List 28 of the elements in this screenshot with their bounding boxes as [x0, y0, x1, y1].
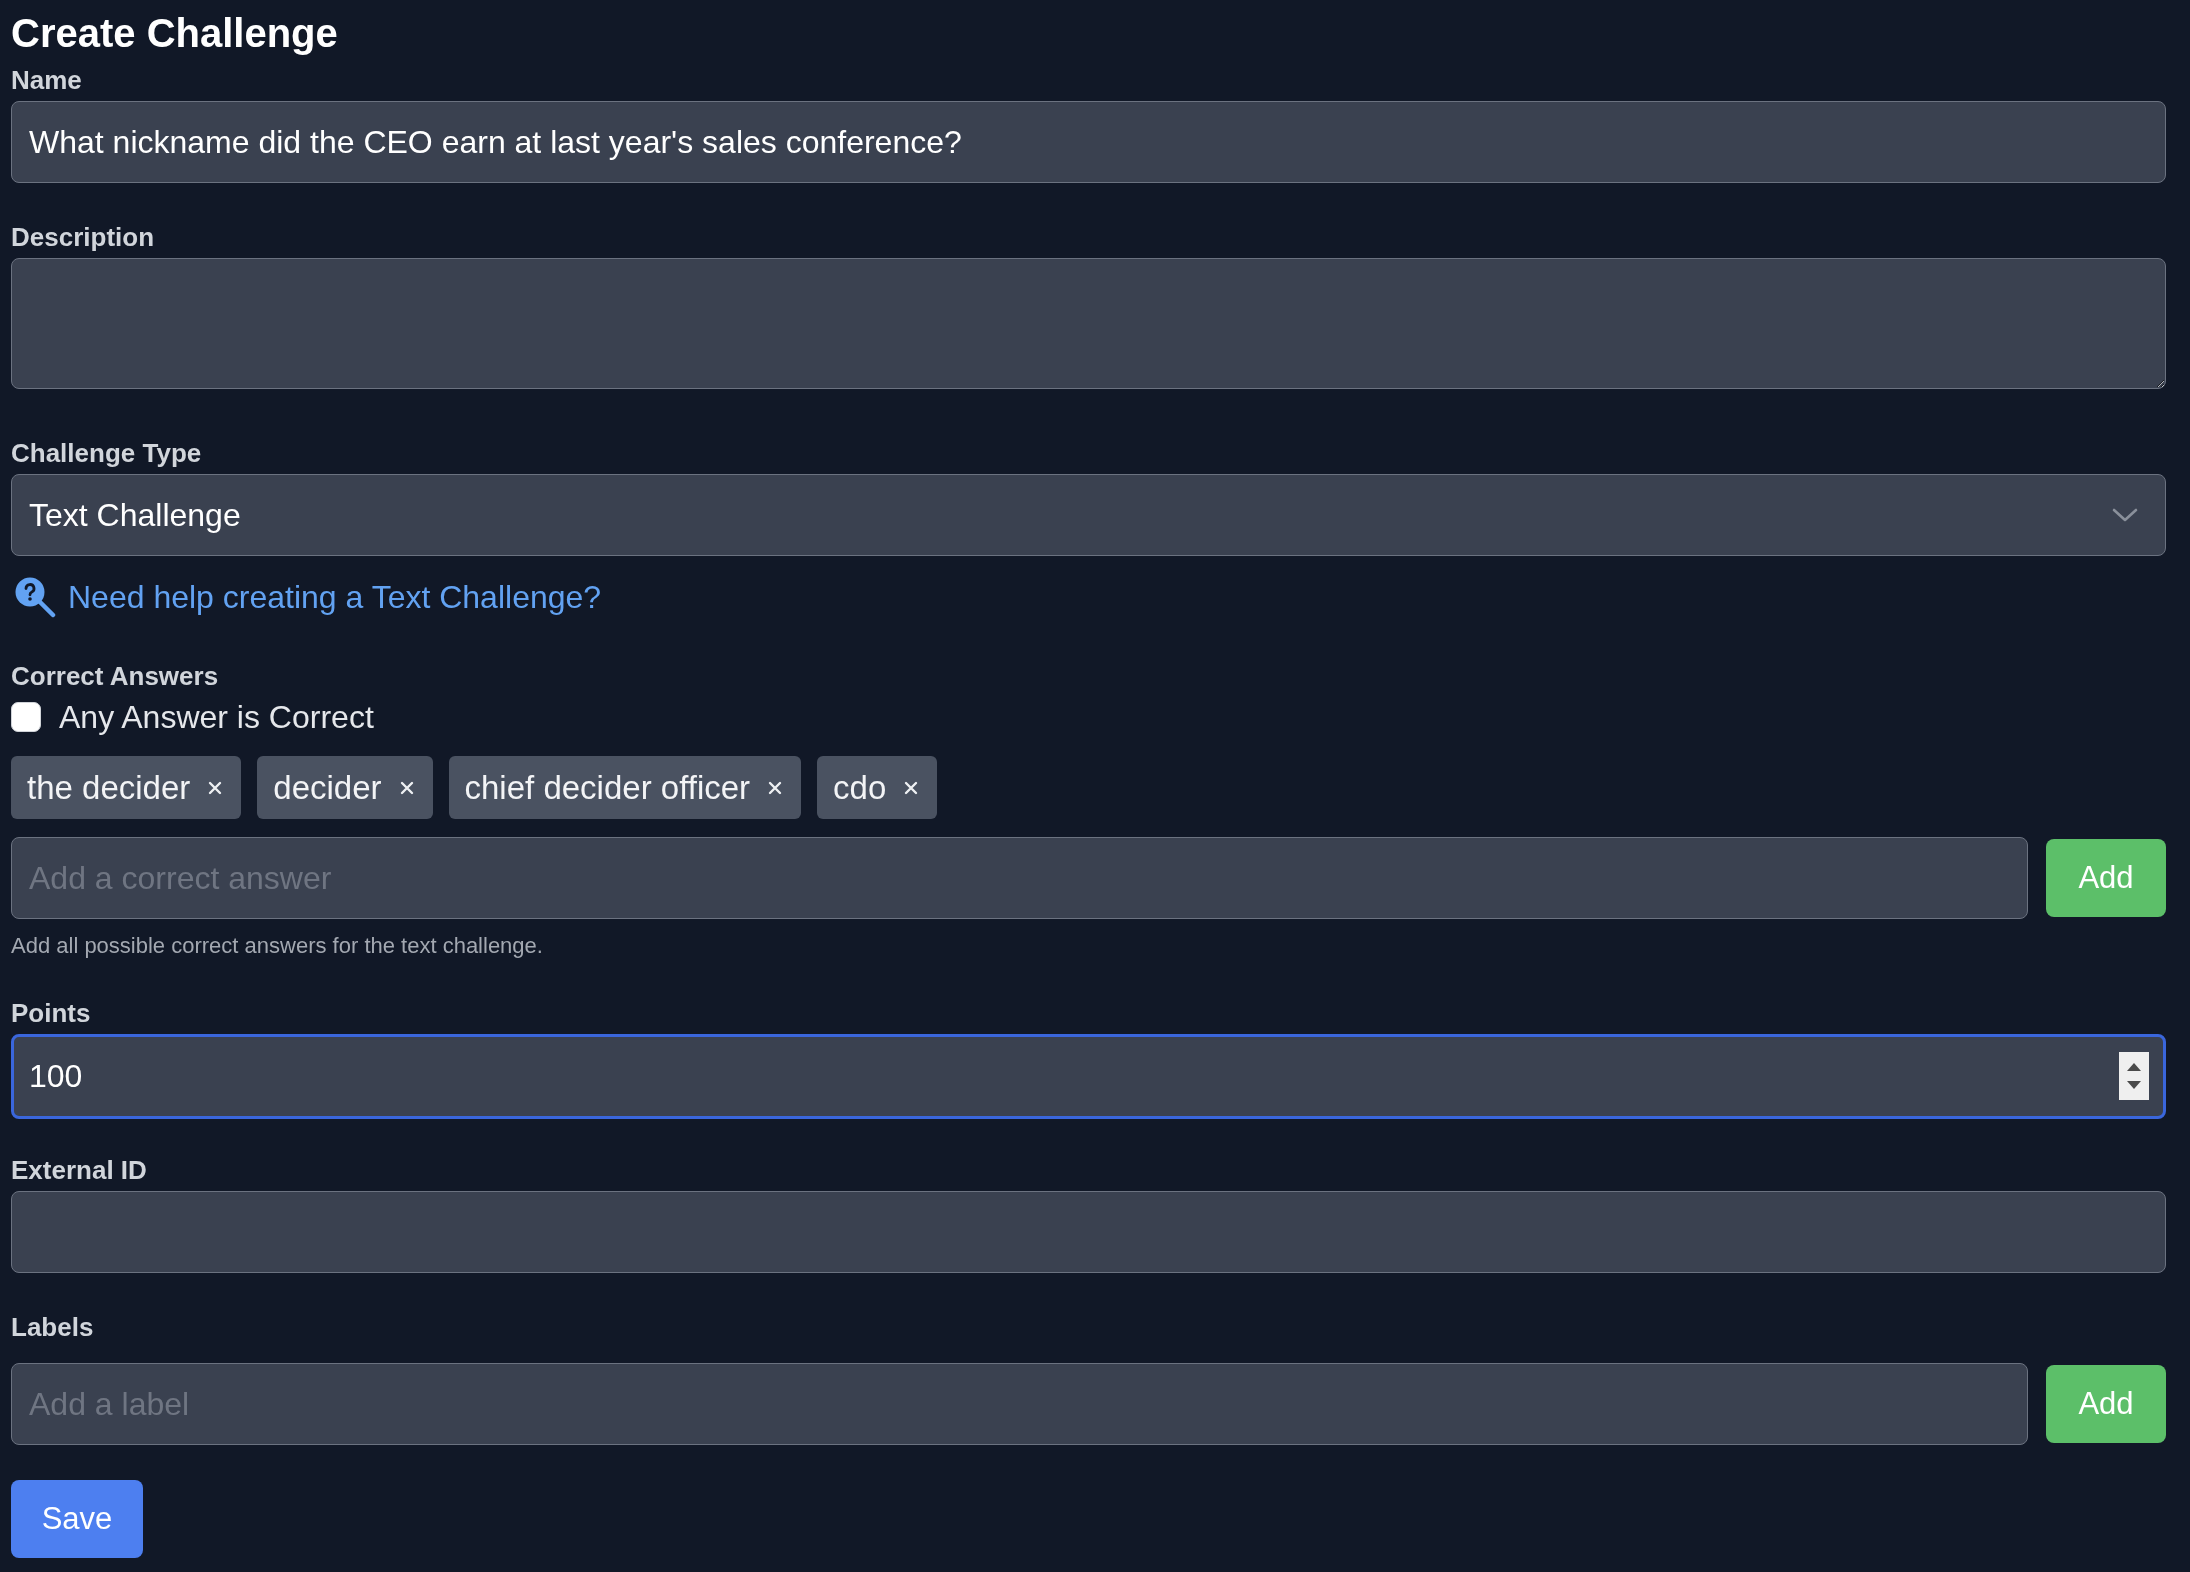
page-title: Create Challenge [11, 10, 339, 57]
close-icon[interactable] [768, 780, 783, 795]
field-label: External ID [11, 1154, 148, 1186]
field-label: Description [11, 221, 156, 253]
help-link[interactable]: Need help creating a Text Challenge? [68, 577, 602, 617]
answer-text: chief decider officer [464, 767, 751, 808]
chevron-down-icon [2112, 508, 2138, 522]
field-label: Name [11, 64, 83, 96]
answer-text: decider [273, 767, 382, 808]
close-icon[interactable] [208, 780, 223, 795]
field-label: Points [11, 997, 92, 1029]
answer-text: the decider [27, 767, 191, 808]
close-icon[interactable] [399, 780, 414, 795]
answer-text: cdo [833, 767, 887, 808]
points-input[interactable]: 100 [11, 1034, 2166, 1119]
close-icon[interactable] [904, 780, 919, 795]
field-label: Labels [11, 1311, 95, 1343]
text-input[interactable]: What nickname did the CEO earn at last year's sales conference? [11, 101, 2166, 183]
type-dropdown[interactable]: Text Challenge [11, 474, 2166, 556]
help-text: Add all possible correct answers for the text challenge. [11, 932, 544, 960]
magnifier-question-icon[interactable] [14, 576, 56, 618]
field-label: Correct Answers [11, 660, 220, 692]
field-label: Challenge Type [11, 437, 203, 469]
checkbox-label[interactable]: Any Answer is Correct [59, 697, 374, 737]
text-input[interactable] [11, 1191, 2166, 1273]
spinner-arrows-icon[interactable] [2119, 1052, 2149, 1100]
any-answer-checkbox[interactable] [11, 702, 41, 732]
save-button[interactable]: Save [11, 1480, 143, 1558]
